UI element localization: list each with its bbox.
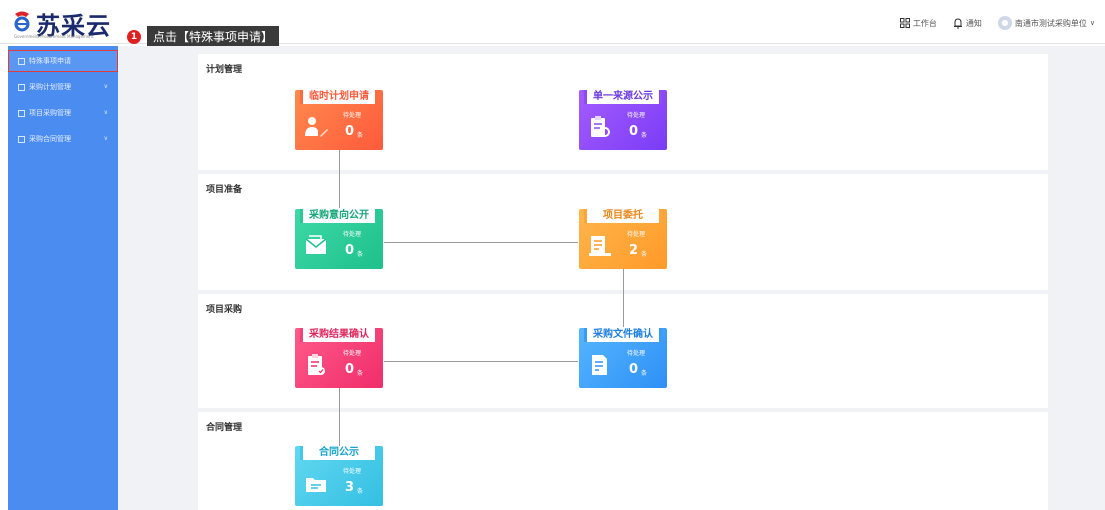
card-intent-publish[interactable]: 采购意向公开 待处理 0 条 xyxy=(295,209,383,269)
sidebar-item-label: 采购合同管理 xyxy=(29,135,71,143)
document-icon xyxy=(18,135,25,143)
card-project-entrust[interactable]: 项目委托 待处理 2 条 xyxy=(579,209,667,269)
flow-connector xyxy=(339,150,340,208)
bell-icon xyxy=(953,17,962,28)
section-title: 项目准备 xyxy=(206,185,243,195)
sidebar-item-label: 特殊事项申请 xyxy=(29,57,71,65)
flow-connector xyxy=(623,269,624,327)
grid-icon xyxy=(899,18,910,28)
card-temp-plan[interactable]: 临时计划申请 待处理 0 条 xyxy=(295,90,383,150)
section-title: 项目采购 xyxy=(206,305,243,315)
sidebar-item-label: 项目采购管理 xyxy=(29,109,71,117)
document-icon xyxy=(18,83,25,91)
card-result-confirm[interactable]: 采购结果确认 待处理 0 条 xyxy=(295,328,383,388)
card-title: 项目委托 xyxy=(584,209,662,223)
card-file-confirm[interactable]: 采购文件确认 待处理 0 条 xyxy=(579,328,667,388)
main-content: 计划管理 项目准备 项目采购 合同管理 临时计划申请 待处理 0 条 单一来源公… xyxy=(118,46,1105,510)
sidebar-item-special-matters[interactable]: 特殊事项申请 xyxy=(8,50,118,72)
document-list-icon xyxy=(589,236,611,256)
document-edit-icon xyxy=(592,355,607,375)
card-count: 0 xyxy=(629,362,639,377)
card-single-source[interactable]: 单一来源公示 待处理 0 条 xyxy=(579,90,667,150)
logo[interactable]: 苏采云 Government Procurement Management xyxy=(12,4,124,40)
clipboard-search-icon xyxy=(591,116,610,137)
card-status: 待处理 xyxy=(343,112,362,119)
section-title: 合同管理 xyxy=(206,423,243,433)
card-status: 待处理 xyxy=(627,231,646,238)
workbench-label: 工作台 xyxy=(912,18,937,28)
card-count: 0 xyxy=(345,362,355,377)
card-count: 0 xyxy=(345,243,355,258)
card-contract-publish[interactable]: 合同公示 待处理 3 条 xyxy=(295,446,383,506)
card-count: 2 xyxy=(629,243,639,258)
card-status: 待处理 xyxy=(627,112,646,119)
card-title: 采购意向公开 xyxy=(300,209,378,223)
card-status: 待处理 xyxy=(343,468,362,475)
card-count: 3 xyxy=(345,480,355,495)
chevron-down-icon: ∨ xyxy=(103,83,108,90)
sidebar-item-project-procurement[interactable]: 项目采购管理 ∨ xyxy=(8,102,118,124)
chevron-down-icon: ∨ xyxy=(103,135,108,142)
flow-connector xyxy=(384,361,578,362)
user-avatar-icon: ● xyxy=(997,16,1012,30)
folder-icon xyxy=(306,478,326,492)
card-title: 临时计划申请 xyxy=(300,90,378,104)
card-unit: 条 xyxy=(357,132,364,139)
header-actions: 工作台 通知 ● 南通市测试采购单位 ∨ xyxy=(890,16,1095,30)
card-status: 待处理 xyxy=(343,231,362,238)
tutorial-step-badge: 1 xyxy=(127,30,141,44)
card-unit: 条 xyxy=(641,370,648,377)
sidebar-item-label: 采购计划管理 xyxy=(29,83,71,91)
top-header: 苏采云 Government Procurement Management 1 … xyxy=(0,0,1105,48)
card-unit: 条 xyxy=(357,488,364,495)
card-count: 0 xyxy=(345,124,355,139)
chevron-down-icon: ∨ xyxy=(1089,19,1095,27)
envelope-icon xyxy=(305,235,327,254)
flow-connector xyxy=(339,388,340,446)
document-icon xyxy=(18,57,25,65)
section-title: 计划管理 xyxy=(206,65,243,75)
card-title: 采购文件确认 xyxy=(584,328,662,342)
person-edit-icon xyxy=(305,117,328,137)
logo-mark-icon xyxy=(14,11,30,32)
card-title: 单一来源公示 xyxy=(584,90,662,104)
flow-connector xyxy=(384,242,578,243)
chevron-down-icon: ∨ xyxy=(103,109,108,116)
org-name: 南通市测试采购单位 xyxy=(1014,18,1087,28)
logo-subtitle: Government Procurement Management xyxy=(14,34,94,39)
clipboard-check-icon xyxy=(308,354,325,375)
workbench-button[interactable]: 工作台 xyxy=(899,18,937,29)
card-status: 待处理 xyxy=(343,350,362,357)
card-title: 合同公示 xyxy=(300,446,378,460)
card-unit: 条 xyxy=(357,251,364,258)
notice-label: 通知 xyxy=(965,18,982,28)
sidebar-item-contract-management[interactable]: 采购合同管理 ∨ xyxy=(8,128,118,150)
card-count: 0 xyxy=(629,124,639,139)
document-icon xyxy=(18,109,25,117)
card-unit: 条 xyxy=(641,132,648,139)
tutorial-tooltip: 点击【特殊事项申请】 xyxy=(147,26,280,48)
user-menu[interactable]: ● 南通市测试采购单位 ∨ xyxy=(997,16,1095,30)
notice-button[interactable]: 通知 xyxy=(953,17,982,29)
sidebar-item-plan-management[interactable]: 采购计划管理 ∨ xyxy=(8,76,118,98)
card-status: 待处理 xyxy=(627,350,646,357)
card-unit: 条 xyxy=(357,370,364,377)
sidebar: 特殊事项申请 采购计划管理 ∨ 项目采购管理 ∨ 采购合同管理 ∨ xyxy=(8,46,118,510)
card-unit: 条 xyxy=(641,251,648,258)
card-title: 采购结果确认 xyxy=(300,328,378,342)
